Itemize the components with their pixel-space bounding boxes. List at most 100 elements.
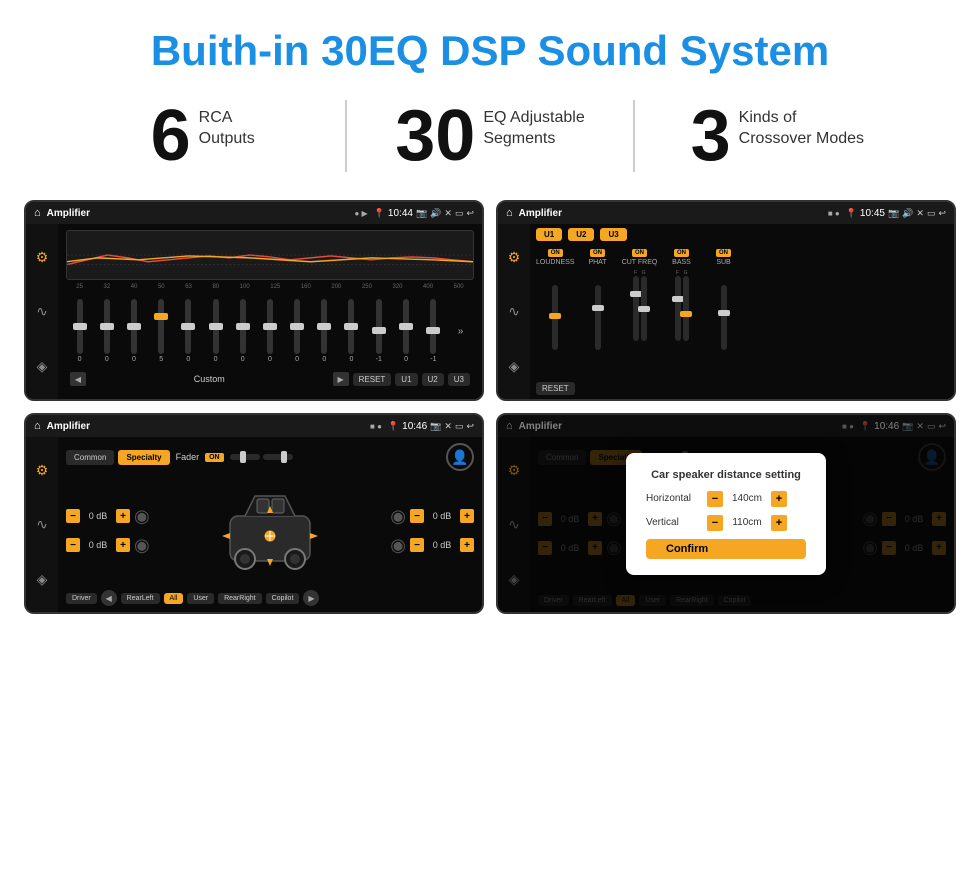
x-icon-2: ✕ <box>916 208 924 219</box>
wave-icon-2[interactable]: ∿ <box>508 303 520 320</box>
stat-num-rca: 6 <box>151 100 191 172</box>
app-name-1: Amplifier <box>47 208 349 219</box>
sub-slider[interactable] <box>721 285 727 350</box>
eq-icon-3[interactable]: ⚙ <box>36 462 49 479</box>
cutfreq-on-badge[interactable]: ON <box>632 249 647 257</box>
phat-slider[interactable] <box>595 285 601 350</box>
eq-slider-1[interactable]: 0 <box>77 299 83 363</box>
status-bar-1: ⌂ Amplifier ● ▶ 📍 10:44 📷 🔊 ✕ ▭ ↩ <box>26 202 482 224</box>
cutfreq-sliders: F G <box>633 270 647 341</box>
sidebar-1: ⚙ ∿ ◈ <box>26 224 58 399</box>
bass-on-badge[interactable]: ON <box>674 249 689 257</box>
user-btn[interactable]: User <box>187 593 214 604</box>
wave-icon[interactable]: ∿ <box>36 303 48 320</box>
right-top-plus[interactable]: + <box>460 509 474 523</box>
eq-slider-10[interactable]: 0 <box>321 299 327 363</box>
stat-rca: 6 RCAOutputs <box>60 100 347 172</box>
eq-slider-4[interactable]: 5 <box>158 299 164 363</box>
cutfreq-slider-g[interactable]: G <box>641 270 647 341</box>
eq-next-btn[interactable]: ▶ <box>333 372 349 386</box>
eq-slider-6[interactable]: 0 <box>213 299 219 363</box>
stats-row: 6 RCAOutputs 30 EQ AdjustableSegments 3 … <box>0 90 980 192</box>
speaker-icon-3[interactable]: ◈ <box>37 571 48 588</box>
right-bottom-minus[interactable]: − <box>410 538 424 552</box>
eq-slider-12[interactable]: -1 <box>376 299 382 363</box>
phat-on-badge[interactable]: ON <box>590 249 605 257</box>
all-btn[interactable]: All <box>164 593 184 604</box>
horizontal-plus[interactable]: + <box>771 491 787 507</box>
eq-icon[interactable]: ⚙ <box>36 249 49 266</box>
eq-slider-9[interactable]: 0 <box>294 299 300 363</box>
sub-on-badge[interactable]: ON <box>716 249 731 257</box>
copilot-arrow[interactable]: ▶ <box>303 590 319 606</box>
back-icon-3[interactable]: ↩ <box>466 421 474 432</box>
camera-icon-1: 📷 <box>416 208 427 219</box>
left-bottom-db: 0 dB <box>84 540 112 550</box>
confirm-button[interactable]: Confirm <box>646 539 806 559</box>
vertical-minus[interactable]: − <box>707 515 723 531</box>
screen-amp: ⌂ Amplifier ■ ● 📍 10:45 📷 🔊 ✕ ▭ ↩ ⚙ ∿ ◈ <box>496 200 956 401</box>
eq-reset-btn[interactable]: RESET <box>353 373 392 386</box>
driver-btn[interactable]: Driver <box>66 593 97 604</box>
back-icon-2[interactable]: ↩ <box>938 208 946 219</box>
amp-cutfreq-ch: ON CUT FREQ F G <box>621 249 659 374</box>
status-icons-3: 📍 10:46 📷 ✕ ▭ ↩ <box>388 421 474 432</box>
expand-icon[interactable]: » <box>458 326 464 337</box>
speaker-icon-2[interactable]: ◈ <box>509 358 520 375</box>
home-icon-3[interactable]: ⌂ <box>34 420 41 432</box>
eq-slider-14[interactable]: -1 <box>430 299 436 363</box>
eq-slider-2[interactable]: 0 <box>104 299 110 363</box>
amp-presets-row: U1 U2 U3 <box>536 228 948 241</box>
dialog-title: Car speaker distance setting <box>646 469 806 481</box>
user-profile-icon[interactable]: 👤 <box>446 443 474 471</box>
back-icon-1[interactable]: ↩ <box>466 208 474 219</box>
eq-slider-11[interactable]: 0 <box>348 299 354 363</box>
left-bottom-plus[interactable]: + <box>116 538 130 552</box>
eq-slider-5[interactable]: 0 <box>185 299 191 363</box>
eq-slider-3[interactable]: 0 <box>131 299 137 363</box>
left-bottom-minus[interactable]: − <box>66 538 80 552</box>
right-top-minus[interactable]: − <box>410 509 424 523</box>
status-icons-1: 📍 10:44 📷 🔊 ✕ ▭ ↩ <box>374 208 474 219</box>
home-icon-2[interactable]: ⌂ <box>506 207 513 219</box>
xover-mode-btns: Common Specialty <box>66 450 170 465</box>
bass-slider-g[interactable]: G <box>683 270 689 341</box>
vertical-plus[interactable]: + <box>771 515 787 531</box>
home-icon-1[interactable]: ⌂ <box>34 207 41 219</box>
amp-channels-row: ON LOUDNESS <box>536 249 948 374</box>
common-mode-btn[interactable]: Common <box>66 450 114 465</box>
amp-u3-btn[interactable]: U3 <box>600 228 626 241</box>
specialty-mode-btn[interactable]: Specialty <box>118 450 169 465</box>
location-icon-2: 📍 <box>846 208 857 219</box>
right-bottom-plus[interactable]: + <box>460 538 474 552</box>
loudness-slider[interactable] <box>552 285 558 350</box>
amp-u1-btn[interactable]: U1 <box>536 228 562 241</box>
loudness-on-badge[interactable]: ON <box>548 249 563 257</box>
bass-slider-f[interactable]: F <box>675 270 681 341</box>
eq-slider-13[interactable]: 0 <box>403 299 409 363</box>
rearright-btn[interactable]: RearRight <box>218 593 262 604</box>
eq-slider-7[interactable]: 0 <box>240 299 246 363</box>
fader-track-1[interactable] <box>230 454 260 460</box>
car-diagram <box>158 481 383 581</box>
eq-u3-btn[interactable]: U3 <box>448 373 470 386</box>
fader-on-badge[interactable]: ON <box>205 453 224 462</box>
eq-prev-btn[interactable]: ◀ <box>70 372 86 386</box>
speaker-icon[interactable]: ◈ <box>37 358 48 375</box>
eq-u2-btn[interactable]: U2 <box>422 373 444 386</box>
rearleft-btn[interactable]: RearLeft <box>121 593 160 604</box>
amp-reset-btn[interactable]: RESET <box>536 382 575 395</box>
eq-icon-2[interactable]: ⚙ <box>508 249 521 266</box>
screen-main-4: ⚙ ∿ ◈ Common Specialty ON <box>498 437 954 612</box>
copilot-btn[interactable]: Copilot <box>266 593 300 604</box>
horizontal-minus[interactable]: − <box>707 491 723 507</box>
left-top-minus[interactable]: − <box>66 509 80 523</box>
wave-icon-3[interactable]: ∿ <box>36 516 48 533</box>
fader-track-2[interactable] <box>263 454 293 460</box>
stat-label-eq: EQ AdjustableSegments <box>483 100 584 150</box>
rear-left-arrow[interactable]: ◀ <box>101 590 117 606</box>
left-top-plus[interactable]: + <box>116 509 130 523</box>
eq-slider-8[interactable]: 0 <box>267 299 273 363</box>
eq-u1-btn[interactable]: U1 <box>395 373 417 386</box>
amp-u2-btn[interactable]: U2 <box>568 228 594 241</box>
